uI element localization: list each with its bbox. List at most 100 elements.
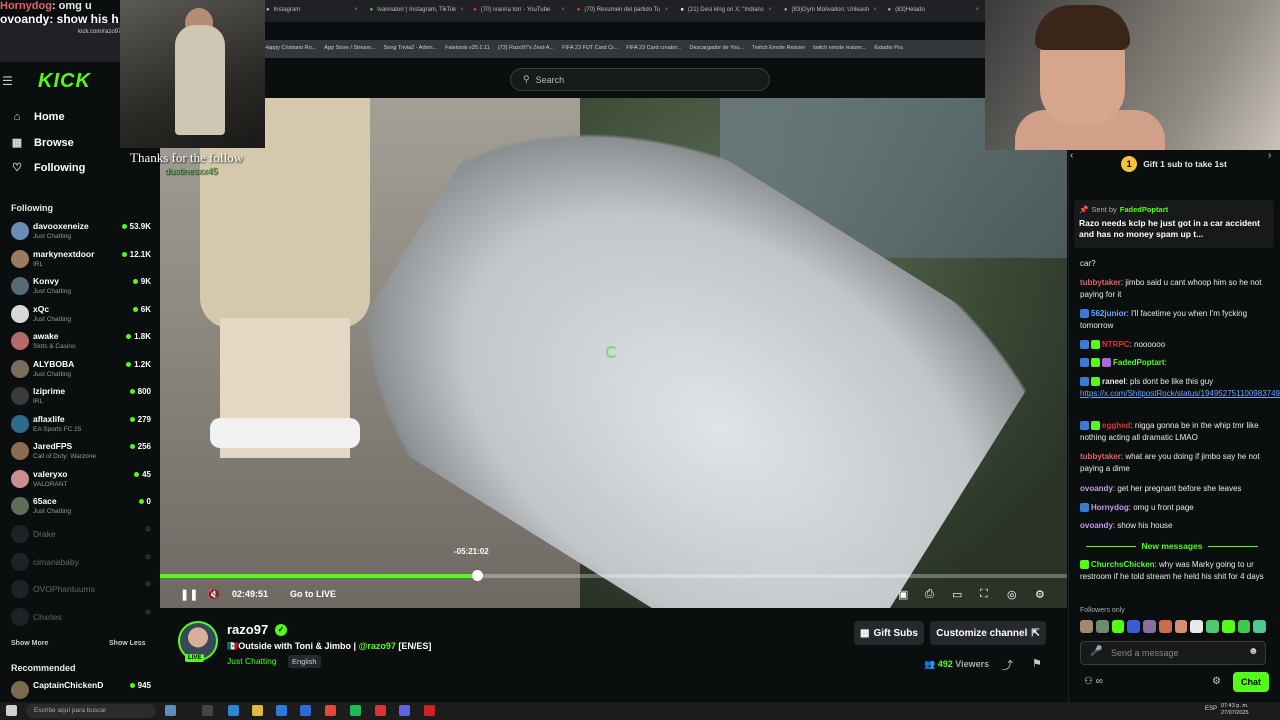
bookmark-item[interactable]: Descargador de You... [690,45,744,53]
windows-start-icon[interactable] [6,705,17,716]
emote-icon[interactable] [1127,620,1140,633]
chat-username[interactable]: FadedPoptart [1113,358,1165,367]
emote-icon[interactable] [1221,620,1235,633]
tab-close-icon[interactable]: × [561,7,565,15]
sidebar-channel[interactable]: markynextdoor IRL 12.1K [11,247,151,273]
browser-tab[interactable]: ● (70) ivanna torr - YouTube × [467,0,571,22]
chat-link[interactable]: https://x.com/ShitpostRock/status/194952… [1080,389,1280,398]
chat-username[interactable]: tubbytaker [1080,452,1121,461]
taskbar-language[interactable]: ESP [1205,706,1217,712]
browser-tab[interactable]: ● (21) Desi king on X: "Indians × [674,0,778,22]
chat-username[interactable]: ovoandy [1080,484,1113,493]
taskbar-search[interactable]: Escribe aquí para buscar [26,704,156,718]
taskview-icon[interactable] [165,705,176,716]
emote-icon[interactable] [1190,620,1203,633]
bookmark-item[interactable]: FIFA 23 FUT Card Cr... [562,45,618,53]
gift-subs-button[interactable]: ▦ Gift Subs [854,621,924,645]
chat-input[interactable]: Send a message [1080,641,1266,665]
show-less-button[interactable]: Show Less [109,640,146,647]
emote-icon[interactable] [1143,620,1156,633]
sidebar-channel[interactable]: xQc Just Chatting 6K [11,302,151,328]
browser-tab[interactable]: ● (83)Gym Motivation: Unleash × [778,0,882,22]
explorer-icon[interactable] [252,705,263,716]
pinned-user[interactable]: FadedPoptart [1120,205,1168,214]
chevron-right-icon[interactable]: › [1268,150,1271,161]
browser-tab[interactable]: ● Instagram × [260,0,364,22]
emote-icon[interactable] [1206,620,1219,633]
sidebar-channel-offline[interactable]: Drake ⊘ [11,522,151,548]
browser-tab[interactable]: ● Ivannatorr | Instagram, TikTok × [364,0,468,22]
chat-username[interactable]: raneel [1102,377,1126,386]
sidebar-channel-offline[interactable]: OVOPhantuums ⊘ [11,577,151,603]
chat-settings-icon[interactable]: ⚙ [1212,676,1221,687]
chat-username[interactable]: egghed [1102,421,1130,430]
tab-close-icon[interactable]: × [768,7,772,15]
bookmark-item[interactable]: Song Trivia2 - Advin... [384,45,438,53]
sidebar-channel-offline[interactable]: cimanababy ⊘ [11,550,151,576]
settings-gear-icon[interactable]: ⚙ [1035,588,1045,601]
new-messages-divider[interactable]: New messages [1074,541,1270,551]
emote-icon[interactable] [1237,620,1251,633]
tab-close-icon[interactable]: × [873,7,877,15]
mic-icon[interactable]: 🎤 [1090,646,1102,657]
spotify-icon[interactable] [350,705,361,716]
show-more-button[interactable]: Show More [11,640,48,647]
bookmark-item[interactable]: (73) Razo97's Zest-A... [498,45,554,53]
sidebar-channel[interactable]: lziprime IRL 800 [11,384,151,410]
sidebar-channel[interactable]: davooxeneize Just Chatting 53.9K [11,219,151,245]
search-input[interactable]: ⚲ Search [510,68,770,91]
sidebar-item-browse[interactable]: ▦ Browse [10,136,74,150]
address-bar[interactable]: kick.com/razo97 [78,29,121,35]
sidebar-channel[interactable]: 65ace Just Chatting 0 [11,494,151,520]
bookmark-item[interactable]: Twitch Emote Resizer [752,45,805,53]
bookmark-item[interactable]: Faletools v25.1.11 [445,45,490,53]
pause-icon[interactable]: ❚❚ [180,588,198,601]
browser-tab[interactable]: ● (70) Resumen del partido To × [571,0,675,22]
menu-icon[interactable]: ☰ [2,74,13,88]
tab-close-icon[interactable]: × [665,7,669,15]
edge-icon[interactable] [228,705,239,716]
go-to-live-button[interactable]: Go to LIVE [290,589,336,599]
tab-close-icon[interactable]: × [976,7,980,15]
kick-logo[interactable]: KICK [38,70,91,93]
sidebar-item-home[interactable]: ⌂ Home [10,111,65,123]
sidebar-channel[interactable]: Konvy Just Chatting 9K [11,274,151,300]
chat-username[interactable]: ChurchsChicken [1091,560,1155,569]
chat-username[interactable]: Hornydog [1091,503,1129,512]
share-icon[interactable]: ⤴ [1002,657,1013,673]
infinity-icon[interactable]: ⚇ ∞ [1084,676,1103,687]
browser-tab[interactable]: ● (83)Helado × [881,0,985,22]
report-icon[interactable]: ⚑ [1032,657,1042,670]
chat-username[interactable]: NTRPC [1102,340,1130,349]
sidebar-channel[interactable]: JaredFPS Call of Duty: Warzone 256 [11,439,151,465]
bookmark-item[interactable]: twitch emote resizer... [813,45,866,53]
miniplayer-icon[interactable]: ▣ [898,588,908,601]
emote-icon[interactable] [1080,620,1093,633]
emote-icon[interactable] [1095,620,1109,633]
sidebar-channel[interactable]: awake Slots & Casino 1.8K [11,329,151,355]
sidebar-item-following[interactable]: ♡ Following [10,161,85,175]
emote-icon[interactable] [1174,620,1188,633]
sidebar-channel[interactable]: aflaxlife EA Sports FC 25 279 [11,412,151,438]
chat-username[interactable]: tubbytaker [1080,278,1121,287]
app-icon[interactable] [399,705,410,716]
mute-icon[interactable]: 🔇 [207,588,221,601]
recommended-channel[interactable]: CaptainChickenD 945 [11,678,151,704]
sidebar-channel[interactable]: ALYBOBA Just Chatting 1.2K [11,357,151,383]
bookmark-item[interactable]: Happy Cristiano Ro... [264,45,316,53]
fullscreen-icon[interactable]: ⛶ [980,588,988,601]
chat-username[interactable]: ovoandy [1080,521,1113,530]
stream-category[interactable]: Just Chatting [227,656,277,666]
chrome-icon[interactable] [325,705,336,716]
stream-title-mention[interactable]: @razo97 [359,641,396,651]
store-icon[interactable] [276,705,287,716]
widgets-icon[interactable] [202,705,213,716]
bookmark-item[interactable]: FIFA 23 Card creator... [626,45,681,53]
emoji-icon[interactable]: ☻ [1248,646,1259,657]
quality-icon[interactable]: ◎ [1007,588,1017,601]
bookmark-item[interactable]: App Store / Stream... [324,45,375,53]
chat-send-button[interactable]: Chat [1233,672,1269,692]
language-tag[interactable]: English [288,655,321,668]
emote-icon[interactable] [1253,620,1266,633]
tab-close-icon[interactable]: × [460,7,464,15]
